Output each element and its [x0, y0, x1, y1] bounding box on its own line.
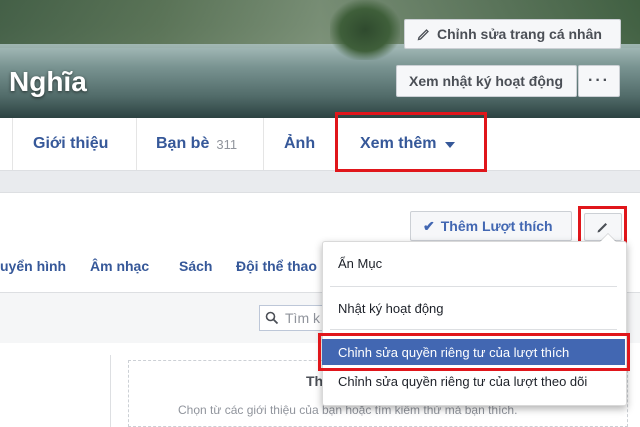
more-dots-icon: ···: [588, 72, 610, 89]
search-placeholder: Tìm k: [285, 310, 320, 326]
nav-divider: [136, 118, 137, 170]
empty-title: Th: [306, 373, 324, 389]
menu-item-activity-log[interactable]: Nhật ký hoạt động: [322, 295, 625, 321]
add-likes-button[interactable]: ✔ Thêm Lượt thích: [410, 211, 572, 241]
cover-trees: [330, 0, 400, 60]
edit-profile-button[interactable]: Chỉnh sửa trang cá nhân: [404, 19, 621, 49]
tab-about[interactable]: Giới thiệu: [33, 118, 108, 170]
tab-photos[interactable]: Ảnh: [284, 118, 315, 170]
tab-about-label: Giới thiệu: [33, 135, 109, 152]
highlight-box-more: [335, 112, 487, 172]
tab-friends-label: Bạn bè: [156, 135, 210, 152]
pencil-icon: [417, 29, 429, 41]
check-icon: ✔: [423, 217, 435, 234]
add-likes-label: Thêm Lượt thích: [440, 218, 553, 234]
friends-count: 311: [216, 136, 238, 152]
edit-profile-label: Chỉnh sửa trang cá nhân: [437, 26, 602, 42]
subtab-books[interactable]: Sách: [179, 258, 212, 274]
tab-friends[interactable]: Bạn bè 311: [156, 118, 237, 170]
cover-photo[interactable]: [0, 0, 640, 118]
menu-item-hide-section[interactable]: Ẩn Mục: [322, 250, 625, 276]
profile-name[interactable]: Nghĩa: [9, 66, 87, 98]
activity-log-button[interactable]: Xem nhật ký hoạt động: [396, 65, 577, 97]
menu-divider: [330, 329, 617, 330]
more-options-button[interactable]: ···: [578, 65, 620, 97]
activity-log-label: Xem nhật ký hoạt động: [409, 73, 564, 89]
search-icon: [265, 311, 279, 325]
subtab-sports-teams[interactable]: Đội thể thao: [236, 258, 317, 274]
nav-divider: [263, 118, 264, 170]
menu-item-edit-follows-privacy[interactable]: Chỉnh sửa quyền riêng tư của lượt theo d…: [322, 368, 625, 394]
menu-divider: [330, 286, 617, 287]
subtab-movies[interactable]: uyển hình: [0, 258, 66, 274]
tab-photos-label: Ảnh: [284, 135, 316, 152]
highlight-box-menu-item: [318, 333, 630, 371]
nav-divider: [12, 118, 13, 170]
menu-notch: [600, 234, 616, 242]
subtab-music[interactable]: Âm nhạc: [90, 258, 149, 274]
likes-left-column: [0, 355, 111, 427]
